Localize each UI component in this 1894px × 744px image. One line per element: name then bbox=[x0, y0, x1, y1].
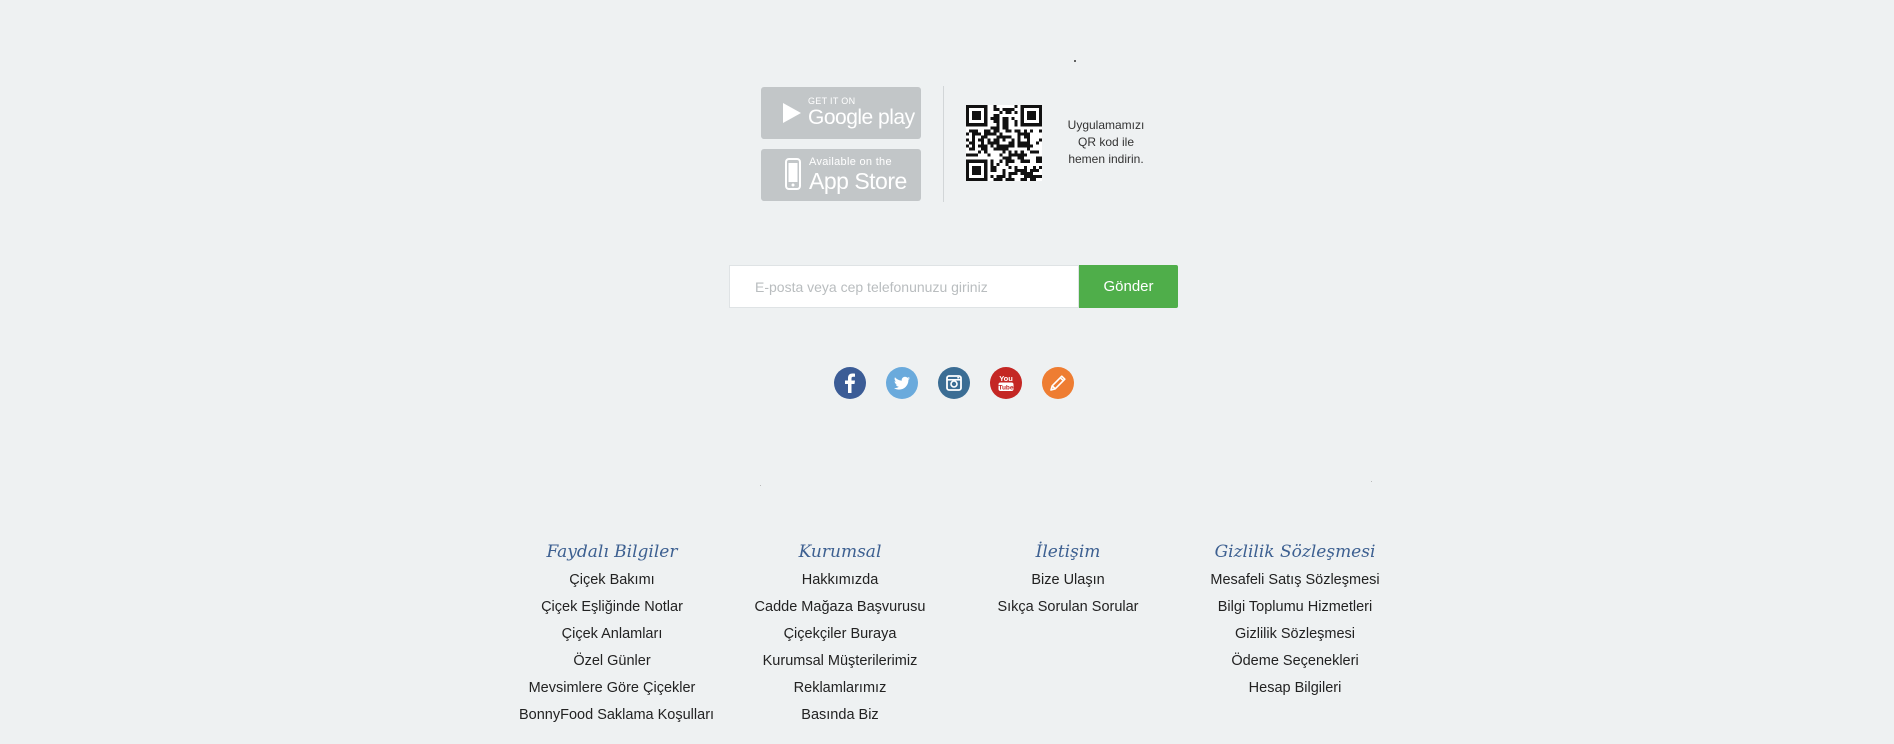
footer-link[interactable]: Hesap Bilgileri bbox=[1196, 675, 1394, 702]
decorative-dot bbox=[1074, 60, 1076, 62]
phone-icon bbox=[785, 158, 801, 195]
footer-link[interactable]: Gizlilik Sözleşmesi bbox=[1196, 621, 1394, 648]
svg-text:Tube: Tube bbox=[998, 384, 1013, 391]
footer-link[interactable]: Çiçek Bakımı bbox=[519, 567, 705, 594]
footer-link[interactable]: Sıkça Sorulan Sorular bbox=[987, 594, 1149, 621]
facebook-icon[interactable] bbox=[834, 367, 866, 399]
footer-link[interactable]: Çiçek Anlamları bbox=[519, 621, 705, 648]
footer-link[interactable]: BonnyFood Saklama Koşulları bbox=[519, 702, 714, 729]
decorative-dot bbox=[1371, 481, 1372, 482]
footer-link[interactable]: Özel Günler bbox=[519, 648, 705, 675]
footer-column-useful-info: Faydalı Bilgiler Çiçek Bakımı Çiçek Eşli… bbox=[519, 541, 714, 729]
google-play-small-text: GET IT ON bbox=[808, 96, 856, 106]
qr-text-line: QR kod ile bbox=[1077, 135, 1135, 149]
app-store-small-text: Available on the bbox=[809, 156, 892, 168]
footer-link[interactable]: Ödeme Seçenekleri bbox=[1196, 648, 1394, 675]
footer-link[interactable]: Kurumsal Müşterilerimiz bbox=[745, 648, 935, 675]
qr-text-line: Uygulamamızı bbox=[1067, 118, 1145, 132]
footer-link[interactable]: Cadde Mağaza Başvurusu bbox=[745, 594, 935, 621]
app-store-label: App Store bbox=[809, 168, 907, 194]
footer-link[interactable]: Çiçek Eşliğinde Notlar bbox=[519, 594, 705, 621]
qr-text-line: hemen indirin. bbox=[1068, 152, 1144, 166]
youtube-icon[interactable]: You Tube bbox=[990, 367, 1022, 399]
qr-code-icon bbox=[966, 105, 1042, 181]
svg-text:You: You bbox=[999, 374, 1013, 383]
footer-link[interactable]: Reklamlarımız bbox=[745, 675, 935, 702]
email-phone-input[interactable] bbox=[729, 265, 1079, 308]
vertical-divider bbox=[943, 86, 944, 202]
footer-link[interactable]: Bilgi Toplumu Hizmetleri bbox=[1196, 594, 1394, 621]
footer-column-title: Kurumsal bbox=[798, 542, 882, 562]
footer-column-title: Gizlilik Sözleşmesi bbox=[1214, 542, 1376, 562]
twitter-icon[interactable] bbox=[886, 367, 918, 399]
footer-column-contact: İletişim Bize Ulaşın Sıkça Sorulan Sorul… bbox=[987, 541, 1149, 621]
footer-link[interactable]: Mevsimlere Göre Çiçekler bbox=[519, 675, 705, 702]
footer-link[interactable]: Hakkımızda bbox=[745, 567, 935, 594]
qr-instruction-text: Uygulamamızı QR kod ile hemen indirin. bbox=[1056, 117, 1156, 168]
google-play-badge[interactable]: GET IT ON Google play bbox=[761, 87, 921, 139]
app-store-badge[interactable]: Available on the App Store bbox=[761, 149, 921, 201]
footer-column-title: İletişim bbox=[1035, 542, 1101, 562]
play-triangle-icon bbox=[783, 103, 801, 128]
footer-column-privacy: Gizlilik Sözleşmesi Mesafeli Satış Sözle… bbox=[1196, 541, 1394, 702]
instagram-icon[interactable] bbox=[938, 367, 970, 399]
footer-link[interactable]: Basında Biz bbox=[745, 702, 935, 729]
google-play-label: Google play bbox=[808, 106, 915, 129]
footer-link[interactable]: Mesafeli Satış Sözleşmesi bbox=[1196, 567, 1394, 594]
decorative-dot bbox=[760, 485, 761, 486]
footer-column-corporate: Kurumsal Hakkımızda Cadde Mağaza Başvuru… bbox=[745, 541, 935, 729]
footer-link[interactable]: Bize Ulaşın bbox=[987, 567, 1149, 594]
footer-link[interactable]: Çiçekçiler Buraya bbox=[745, 621, 935, 648]
blog-pencil-icon[interactable] bbox=[1042, 367, 1074, 399]
submit-button[interactable]: Gönder bbox=[1079, 265, 1178, 308]
footer-column-title: Faydalı Bilgiler bbox=[546, 542, 678, 562]
